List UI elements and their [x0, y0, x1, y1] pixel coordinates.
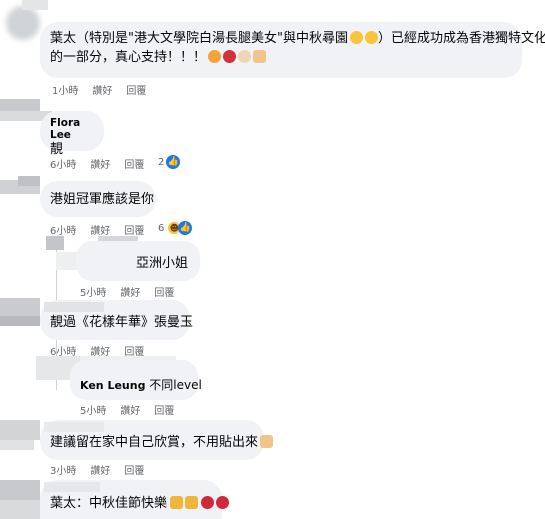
redacted-name-block [0, 420, 40, 440]
like-reaction-icon: 👍 [166, 155, 181, 169]
reply-button[interactable]: 回覆 [124, 222, 144, 237]
reply-button[interactable]: 回覆 [124, 462, 144, 477]
folded-hands-emoji-icon [260, 435, 274, 448]
rose-emoji-icon [223, 50, 237, 63]
comment-actions: 3小時 讚好 回覆 [50, 462, 144, 477]
timestamp[interactable]: 5小時 [80, 284, 106, 299]
comment-actions: 6小時 讚好 回覆 [50, 156, 144, 171]
redacted-name-block [44, 302, 104, 312]
reply-button[interactable]: 回覆 [126, 82, 146, 97]
folded-hands-emoji-icon [253, 50, 267, 63]
smile-emoji-icon [364, 31, 378, 44]
timestamp[interactable]: 3小時 [50, 462, 76, 477]
reactions-summary[interactable]: 2 👍 [158, 155, 181, 169]
like-button[interactable]: 讚好 [92, 82, 112, 97]
redacted-name-block [0, 99, 40, 111]
redacted-name-block [0, 316, 40, 326]
redacted-name-block [0, 440, 34, 450]
comment-actions: 5小時 讚好 回覆 [80, 402, 174, 417]
comment-actions: 5小時 讚好 回覆 [80, 284, 174, 299]
avatar[interactable] [6, 6, 40, 40]
reactions-summary[interactable]: 6 ☻ 👍 [158, 221, 193, 235]
beer-emoji-icon [170, 496, 184, 509]
comment-text: 不同level [149, 378, 202, 392]
comment-text: 亞洲小姐 [135, 256, 188, 271]
reply-button[interactable]: 回覆 [154, 402, 174, 417]
timestamp[interactable]: 6小時 [50, 156, 76, 171]
reply-button[interactable]: 回覆 [154, 284, 174, 299]
redacted-name-block [22, 0, 48, 10]
redacted-name-block [0, 480, 40, 500]
beer-emoji-icon [185, 496, 199, 509]
redacted-name-block [46, 236, 64, 250]
bouquet-emoji-icon [216, 496, 230, 509]
comment-actions: 1小時 讚好 回覆 [52, 82, 146, 97]
redacted-name-block [44, 422, 104, 432]
comment-text: 葉太（特別是"港大文學院白湯長腿美女"與中秋尋園 [50, 31, 348, 46]
comment-text: 港姐冠軍應該是你 [50, 192, 155, 207]
like-button[interactable]: 讚好 [90, 222, 110, 237]
comment-actions: 6小時 讚好 回覆 [50, 222, 144, 237]
comment-text: 的一部分，真心支持！！！ [50, 50, 207, 65]
redacted-name-block [0, 500, 40, 519]
comment-bubble: 港姐冠軍應該是你 [40, 181, 156, 217]
like-button[interactable]: 讚好 [120, 402, 140, 417]
timestamp[interactable]: 1小時 [52, 82, 78, 97]
reaction-count: 2 [158, 156, 165, 168]
comment-text: 建議留在家中自己欣賞，不用貼出來 [50, 435, 259, 450]
like-button[interactable]: 讚好 [120, 284, 140, 299]
comment-author[interactable]: Ken Leung [80, 379, 145, 392]
comment-bubble: 葉太（特別是"港大文學院白湯長腿美女"與中秋尋園 ）已經成功成為香港獨特文化 的一… [40, 22, 545, 78]
comment-bubble: 亞洲小姐 [76, 241, 200, 281]
like-button[interactable]: 讚好 [90, 462, 110, 477]
like-button[interactable]: 讚好 [90, 156, 110, 171]
bouquet-emoji-icon [201, 496, 215, 509]
thumbs-up-emoji-icon [238, 50, 252, 63]
comment-text: 葉太：中秋佳節快樂 [50, 496, 168, 511]
redacted-name-block [44, 482, 100, 492]
like-reaction-icon: 👍 [178, 221, 193, 235]
timestamp[interactable]: 6小時 [50, 222, 76, 237]
comment-author[interactable]: Flora Lee [50, 117, 94, 141]
reply-button[interactable]: 回覆 [124, 156, 144, 171]
heart-face-emoji-icon [208, 50, 222, 63]
timestamp[interactable]: 5小時 [80, 402, 106, 417]
smile-emoji-icon [349, 31, 363, 44]
reaction-count: 6 [158, 222, 165, 234]
comment-text: ）已經成功成為香港獨特文化 [377, 31, 545, 46]
comment-bubble: Ken Leung 不同level [70, 360, 202, 400]
comment-bubble: Flora Lee 靚 [40, 111, 104, 157]
comment-text: 靚過《花樣年華》張曼玉 [50, 315, 194, 330]
redacted-name-block [18, 176, 40, 186]
redacted-name-block [0, 298, 40, 316]
